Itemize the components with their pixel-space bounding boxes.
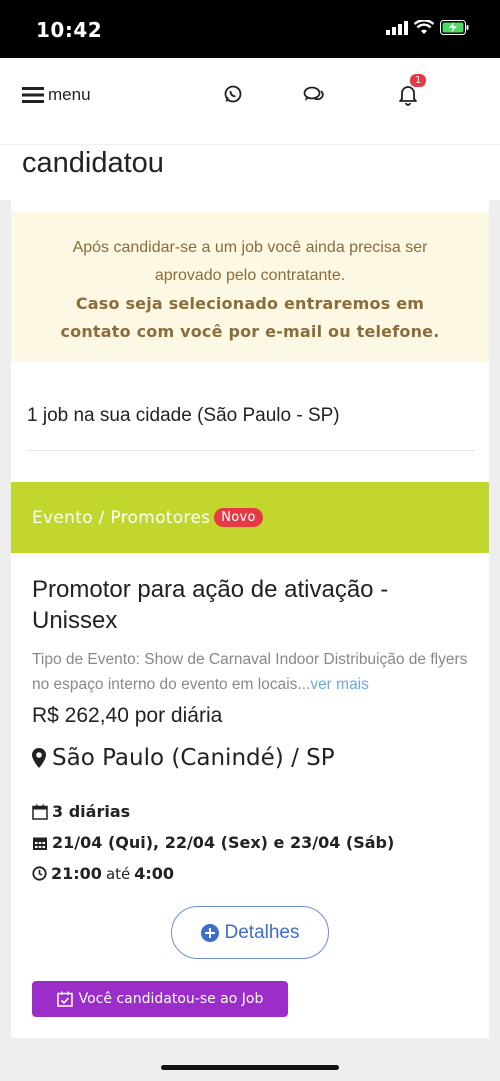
job-category: Evento / Promotores Novo xyxy=(32,508,263,528)
status-bar: 10:42 xyxy=(0,0,500,58)
applied-button[interactable]: Você candidatou-se ao Job xyxy=(32,981,288,1017)
job-time-end: 4:00 xyxy=(134,864,175,883)
clock-icon xyxy=(32,866,47,881)
map-marker-icon xyxy=(32,748,46,768)
page-title: candidatou xyxy=(22,147,164,179)
details-button[interactable]: Detalhes xyxy=(171,906,329,959)
job-description: Tipo de Evento: Show de Carnaval Indoor … xyxy=(32,647,477,697)
job-category-label: Evento / Promotores xyxy=(32,508,211,528)
alert-line-2: aprovado pelo contratante. xyxy=(154,267,346,284)
whatsapp-icon xyxy=(224,85,242,103)
calendar-outline-icon xyxy=(32,804,48,820)
whatsapp-button[interactable] xyxy=(223,84,243,109)
job-card-header: Evento / Promotores Novo xyxy=(11,482,489,553)
signal-icon xyxy=(386,20,408,35)
job-days: 3 diárias xyxy=(32,802,130,821)
job-location-text: São Paulo (Canindé) / SP xyxy=(52,745,335,771)
menu-label: menu xyxy=(48,85,91,104)
status-icons xyxy=(386,20,470,35)
job-days-text: 3 diárias xyxy=(52,802,131,821)
title-band: candidatou xyxy=(0,144,500,200)
job-dates-text: 21/04 (Qui), 22/04 (Sex) e 23/04 (Sáb) xyxy=(52,833,395,852)
status-time: 10:42 xyxy=(36,18,103,42)
calendar-check-icon xyxy=(56,991,73,1007)
job-description-text: Tipo de Evento: Show de Carnaval Indoor … xyxy=(32,651,468,693)
job-price: R$ 262,40 por diária xyxy=(32,704,223,727)
battery-charging-icon xyxy=(440,20,469,35)
calendar-icon xyxy=(33,837,47,850)
job-dates: 21/04 (Qui), 22/04 (Sex) e 23/04 (Sáb) xyxy=(32,833,394,852)
wifi-icon xyxy=(414,20,434,34)
job-time-separator: até xyxy=(105,864,131,883)
chat-bubbles-icon xyxy=(303,86,324,101)
notifications-button[interactable]: 1 xyxy=(398,74,427,111)
details-label: Detalhes xyxy=(224,921,300,943)
hamburger-icon xyxy=(22,87,44,103)
job-time-start: 21:00 xyxy=(51,864,102,883)
job-title[interactable]: Promotor para ação de ativação - Unissex xyxy=(32,574,472,636)
alert-line-1: Após candidar-se a um job você ainda pre… xyxy=(72,239,428,256)
plus-circle-icon xyxy=(200,923,219,942)
new-badge: Novo xyxy=(214,508,263,527)
alert-line-4: contato com você por e-mail ou telefone. xyxy=(60,322,440,341)
applied-label: Você candidatou-se ao Job xyxy=(78,991,264,1007)
menu-button[interactable]: menu xyxy=(22,85,91,105)
bell-icon xyxy=(399,86,417,106)
alert-line-3: Caso seja selecionado entraremos em xyxy=(75,294,425,313)
info-alert: Após candidar-se a um job você ainda pre… xyxy=(11,212,489,362)
home-indicator[interactable] xyxy=(161,1065,339,1070)
job-time: 21:00 até 4:00 xyxy=(32,864,174,883)
main-content: Após candidar-se a um job você ainda pre… xyxy=(11,200,489,1038)
job-location: São Paulo (Canindé) / SP xyxy=(32,745,335,771)
app-header: menu 1 xyxy=(0,58,500,144)
divider xyxy=(27,450,475,451)
see-more-link[interactable]: ver mais xyxy=(310,676,369,693)
notification-badge: 1 xyxy=(410,74,427,87)
messages-button[interactable] xyxy=(303,86,325,109)
results-count: 1 job na sua cidade (São Paulo - SP) xyxy=(27,405,340,426)
